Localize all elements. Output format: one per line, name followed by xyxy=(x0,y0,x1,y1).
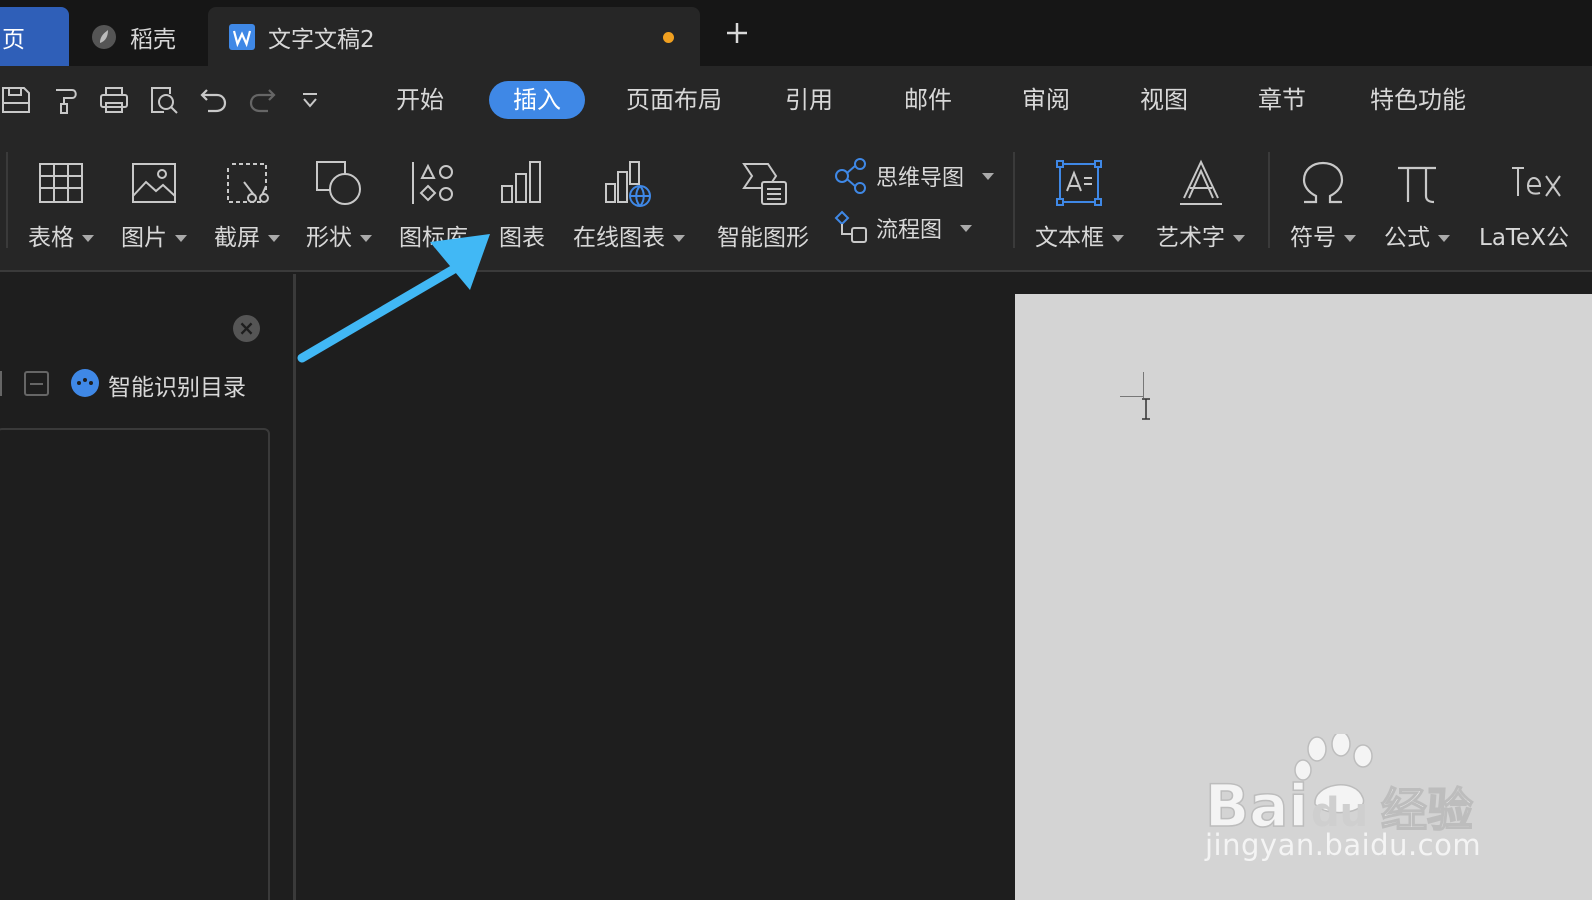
flowchart-icon xyxy=(834,210,870,246)
smart-graphic-button[interactable]: 智能图形 xyxy=(712,136,816,266)
textbox-button[interactable]: 文本框 xyxy=(1030,136,1130,266)
mindmap-icon xyxy=(834,158,870,194)
format-painter-icon[interactable] xyxy=(50,84,82,116)
textbox-label: 文本框 xyxy=(1035,225,1104,251)
text-cursor-icon xyxy=(1141,397,1151,421)
online-chart-caret-icon xyxy=(673,235,685,242)
wordart-label: 艺术字 xyxy=(1156,225,1225,251)
ribbon-separator xyxy=(1268,152,1270,248)
collapse-toc-icon[interactable] xyxy=(24,371,49,396)
latex-icon xyxy=(1510,158,1570,208)
annotation-arrow-icon xyxy=(297,234,490,363)
svg-text:经验: 经验 xyxy=(1381,783,1473,834)
latex-label: LaTeX公 xyxy=(1479,225,1569,251)
daoke-leaf-icon xyxy=(90,23,118,51)
undo-icon[interactable] xyxy=(198,84,230,116)
redo-icon[interactable] xyxy=(246,84,278,116)
latex-formula-button[interactable]: LaTeX公 xyxy=(1478,136,1592,266)
screenshot-caret-icon xyxy=(268,235,280,242)
tab-home-label: 页 xyxy=(2,26,25,53)
formula-label: 公式 xyxy=(1384,225,1430,251)
table-label: 表格 xyxy=(28,225,74,251)
toc-list-box xyxy=(0,428,270,900)
online-chart-icon xyxy=(602,158,652,208)
screenshot-scissors-icon xyxy=(222,158,272,208)
chart-label: 图表 xyxy=(499,225,545,251)
smart-toc-icon[interactable] xyxy=(71,369,99,397)
chart-bar-icon xyxy=(498,158,548,208)
picture-caret-icon xyxy=(175,235,187,242)
picture-label: 图片 xyxy=(121,225,167,251)
menu-insert[interactable]: 插入 xyxy=(489,81,585,119)
tab-document[interactable]: 文字文稿2 xyxy=(208,7,700,66)
omega-symbol-icon xyxy=(1298,158,1348,208)
online-chart-button[interactable]: 在线图表 xyxy=(570,136,694,266)
picture-button[interactable]: 图片 xyxy=(115,136,193,266)
table-caret-icon xyxy=(82,235,94,242)
screenshot-button[interactable]: 截屏 xyxy=(208,136,286,266)
menu-start[interactable]: 开始 xyxy=(380,81,460,119)
flowchart-label: 流程图 xyxy=(876,218,943,243)
pane-edge xyxy=(0,371,2,396)
document-page[interactable]: Bai du 经验 jingyan.baidu.com xyxy=(1015,294,1592,900)
symbol-label: 符号 xyxy=(1290,225,1336,251)
writer-doc-icon xyxy=(228,23,256,51)
tab-home[interactable]: 页 xyxy=(0,7,69,66)
menu-section[interactable]: 章节 xyxy=(1242,81,1322,119)
close-pane-icon[interactable]: × xyxy=(233,315,260,342)
mindmap-button[interactable]: 思维导图 xyxy=(834,156,995,196)
table-icon xyxy=(36,158,86,208)
table-button[interactable]: 表格 xyxy=(22,136,100,266)
menu-review[interactable]: 审阅 xyxy=(1006,81,1086,119)
ribbon-separator xyxy=(1013,152,1015,248)
smart-toc-label[interactable]: 智能识别目录 xyxy=(108,368,246,402)
svg-text:Bai: Bai xyxy=(1205,772,1308,834)
menu-references[interactable]: 引用 xyxy=(770,81,848,119)
navigation-pane: × 智能识别目录 xyxy=(0,274,296,900)
menu-mail[interactable]: 邮件 xyxy=(888,81,968,119)
icon-library-icon xyxy=(408,158,458,208)
shape-icon xyxy=(314,158,364,208)
watermark-url: jingyan.baidu.com xyxy=(1205,828,1482,862)
textbox-icon xyxy=(1054,158,1104,208)
pi-formula-icon xyxy=(1392,158,1442,208)
wordart-caret-icon xyxy=(1233,235,1245,242)
print-icon[interactable] xyxy=(98,84,130,116)
symbol-caret-icon xyxy=(1344,235,1356,242)
customize-dropdown-icon[interactable] xyxy=(294,84,326,116)
symbol-button[interactable]: 符号 xyxy=(1286,136,1364,266)
menu-page-layout[interactable]: 页面布局 xyxy=(615,81,733,119)
screenshot-label: 截屏 xyxy=(214,225,260,251)
smart-graphic-label: 智能图形 xyxy=(717,225,809,251)
tab-daoke-label: 稻壳 xyxy=(130,26,176,53)
page-margin-corner xyxy=(1143,372,1144,398)
menu-features[interactable]: 特色功能 xyxy=(1358,81,1478,119)
unsaved-dot-icon xyxy=(663,32,674,43)
new-tab-plus-icon[interactable] xyxy=(722,18,752,48)
tab-daoke[interactable]: 稻壳 xyxy=(84,7,204,66)
menu-view[interactable]: 视图 xyxy=(1124,81,1204,119)
menu-row: 开始 插入 页面布局 引用 邮件 审阅 视图 章节 特色功能 xyxy=(0,66,1592,136)
flowchart-caret-icon xyxy=(960,224,973,232)
mindmap-caret-icon xyxy=(982,172,995,180)
ribbon-separator xyxy=(6,152,8,248)
tab-document-label: 文字文稿2 xyxy=(268,26,375,53)
formula-caret-icon xyxy=(1438,235,1450,242)
wordart-button[interactable]: 艺术字 xyxy=(1152,136,1252,266)
insert-ribbon: 表格 图片 截屏 形状 图标库 图表 在线图表 智能图形 思维导图 流程图 文本… xyxy=(0,136,1592,272)
online-chart-label: 在线图表 xyxy=(573,225,665,251)
save-icon[interactable] xyxy=(0,84,32,116)
tab-bar: 页 稻壳 文字文稿2 xyxy=(0,0,1592,66)
textbox-caret-icon xyxy=(1112,235,1124,242)
picture-icon xyxy=(129,158,179,208)
wordart-icon xyxy=(1176,158,1226,208)
print-preview-icon[interactable] xyxy=(148,84,180,116)
formula-button[interactable]: 公式 xyxy=(1380,136,1458,266)
mindmap-label: 思维导图 xyxy=(876,166,965,191)
smart-graphic-icon xyxy=(740,158,790,208)
flowchart-button[interactable]: 流程图 xyxy=(834,208,973,248)
